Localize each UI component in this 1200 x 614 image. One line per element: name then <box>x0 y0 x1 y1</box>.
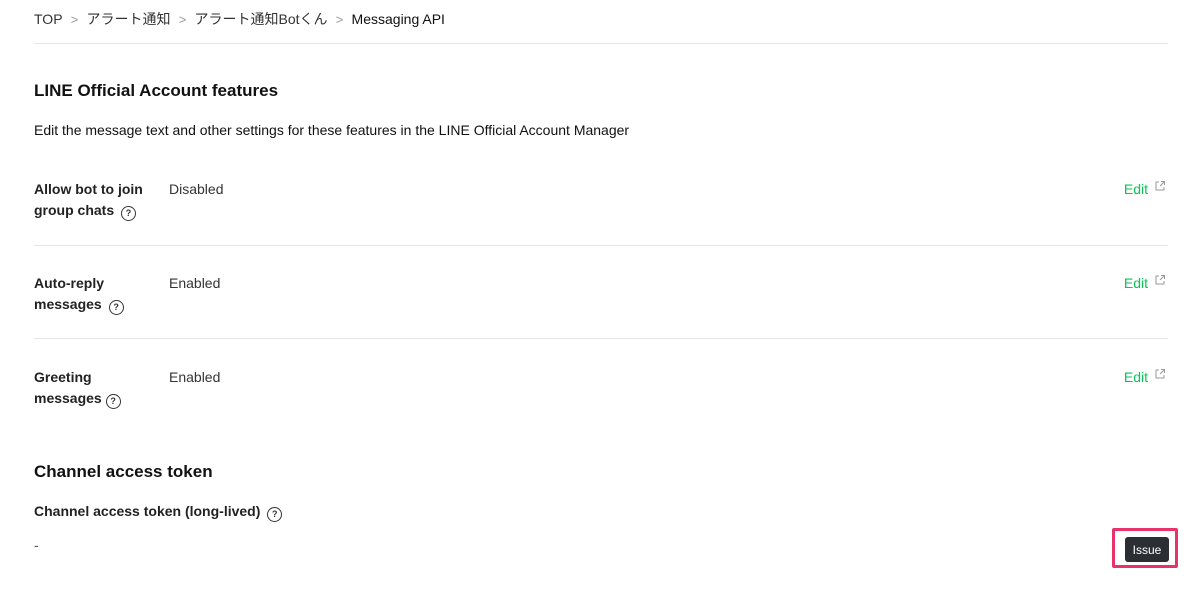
token-value: - <box>34 537 39 553</box>
question-circle-icon[interactable]: ? <box>105 394 121 409</box>
edit-link-auto-reply[interactable]: Edit <box>1124 273 1166 294</box>
features-section-title: LINE Official Account features <box>34 81 279 100</box>
question-circle-icon[interactable]: ? <box>108 300 124 315</box>
feature-label: Auto-reply messages ? <box>34 273 134 315</box>
breadcrumb-separator-icon: > <box>335 11 344 27</box>
breadcrumb-item-provider[interactable]: アラート通知 <box>87 9 171 29</box>
issue-token-button[interactable]: Issue <box>1125 537 1169 562</box>
breadcrumb-separator-icon: > <box>178 11 187 27</box>
features-section-description: Edit the message text and other settings… <box>34 122 630 138</box>
edit-link-group-chats[interactable]: Edit <box>1124 179 1166 200</box>
breadcrumb-item-channel[interactable]: アラート通知Botくん <box>195 9 328 29</box>
feature-label: Greeting messages ? <box>34 367 162 409</box>
feature-label: Allow bot to join group chats ? <box>34 179 158 221</box>
breadcrumb-separator-icon: > <box>70 11 79 27</box>
breadcrumb-item-current: Messaging API <box>351 11 445 27</box>
feature-row-group-chats: Allow bot to join group chats ? Disabled… <box>34 179 1168 246</box>
feature-value: Enabled <box>169 369 221 385</box>
feature-value: Enabled <box>169 275 221 291</box>
external-link-icon <box>1155 181 1165 191</box>
token-long-lived-label: Channel access token (long-lived) ? <box>34 503 283 522</box>
feature-value: Disabled <box>169 181 224 197</box>
header-divider <box>34 43 1168 44</box>
breadcrumb-item-top[interactable]: TOP <box>34 11 63 27</box>
external-link-icon <box>1155 275 1165 285</box>
feature-row-greeting: Greeting messages ? Enabled Edit <box>34 367 1168 427</box>
token-section-title: Channel access token <box>34 462 213 481</box>
breadcrumb: TOP > アラート通知 > アラート通知Botくん > Messaging A… <box>34 8 445 30</box>
edit-link-greeting[interactable]: Edit <box>1124 367 1166 388</box>
external-link-icon <box>1155 369 1165 379</box>
question-circle-icon[interactable]: ? <box>121 206 137 221</box>
question-circle-icon[interactable]: ? <box>267 507 283 522</box>
feature-row-auto-reply: Auto-reply messages ? Enabled Edit <box>34 273 1168 339</box>
